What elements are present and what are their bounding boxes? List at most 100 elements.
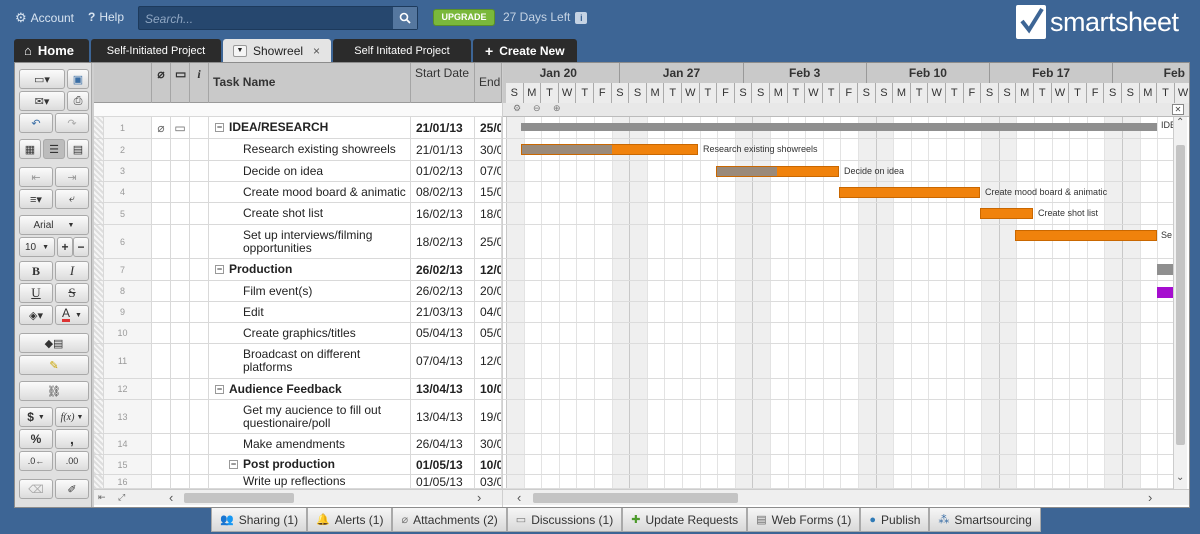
row-handle[interactable]	[94, 182, 104, 202]
info-column-header[interactable]: i	[190, 63, 209, 103]
close-icon[interactable]: ✕	[1172, 104, 1184, 115]
grid-view-button[interactable]: ▦	[19, 139, 41, 159]
collapse-toggle-icon[interactable]: −	[215, 384, 224, 394]
end-date-cell[interactable]: 20/0	[475, 281, 502, 301]
discussion-cell[interactable]	[171, 344, 190, 378]
bottom-tab-smartsourcing[interactable]: ⁂ Smartsourcing	[929, 508, 1041, 532]
account-link[interactable]: ⚙ Account	[15, 10, 74, 26]
task-name-cell[interactable]: − Audience Feedback	[209, 379, 411, 399]
task-name-cell[interactable]: Set up interviews/filming opportunities	[209, 225, 411, 258]
table-row[interactable]: 1 ⌀ ▭ − IDEA/RESEARCH 21/01/13 25/0	[94, 117, 502, 139]
task-name-cell[interactable]: Decide on idea	[209, 161, 411, 181]
tab-showreel[interactable]: ▼ Showreel ×	[223, 39, 331, 62]
scroll-thumb[interactable]	[1176, 145, 1185, 445]
start-date-cell[interactable]: 01/05/13	[411, 475, 475, 488]
start-date-cell[interactable]: 21/01/13	[411, 117, 475, 138]
currency-button[interactable]: $ ▼	[19, 407, 53, 427]
start-date-cell[interactable]: 21/01/13	[411, 139, 475, 160]
table-row[interactable]: 3 Decide on idea 01/02/13 07/0	[94, 161, 502, 182]
scroll-right-icon[interactable]: ›	[1148, 490, 1152, 505]
gantt-vertical-scrollbar[interactable]: ⌃ ⌄	[1173, 117, 1187, 489]
scroll-left-icon[interactable]: ‹	[169, 490, 173, 505]
close-icon[interactable]: ×	[313, 44, 320, 58]
table-row[interactable]: 11 Broadcast on different platforms 07/0…	[94, 344, 502, 379]
task-name-header[interactable]: Task Name	[209, 63, 411, 103]
task-name-cell[interactable]: Create mood board & animatic	[209, 182, 411, 202]
start-date-cell[interactable]: 01/02/13	[411, 161, 475, 181]
discussion-column-header[interactable]: ▭	[171, 63, 190, 103]
undo-button[interactable]: ↶	[19, 113, 53, 133]
start-date-cell[interactable]: 18/02/13	[411, 225, 475, 258]
task-name-cell[interactable]: Edit	[209, 302, 411, 322]
strikethrough-button[interactable]: S	[55, 283, 89, 303]
font-size-select[interactable]: 10 ▼	[19, 237, 55, 257]
align-button[interactable]: ≡▾	[19, 189, 53, 209]
collapse-icon[interactable]: ⇤	[98, 492, 106, 503]
attachment-cell[interactable]	[152, 400, 171, 433]
info-cell[interactable]	[190, 379, 209, 399]
row-handle[interactable]	[94, 302, 104, 322]
search-button[interactable]	[393, 7, 417, 29]
row-handle[interactable]	[94, 259, 104, 280]
tab-home[interactable]: ⌂ Home	[14, 39, 89, 62]
table-row[interactable]: 2 Research existing showreels 21/01/13 3…	[94, 139, 502, 161]
collapse-toggle-icon[interactable]: −	[215, 265, 224, 274]
bottom-tab-web-forms[interactable]: ▤ Web Forms (1)	[747, 508, 861, 532]
table-row[interactable]: 6 Set up interviews/filming opportunitie…	[94, 225, 502, 259]
format-painter-button[interactable]: ✐	[55, 479, 89, 499]
end-date-cell[interactable]: 18/0	[475, 203, 502, 224]
increase-decimal-button[interactable]: .00	[55, 451, 89, 471]
info-cell[interactable]	[190, 475, 209, 488]
table-row[interactable]: 12 − Audience Feedback 13/04/13 10/0	[94, 379, 502, 400]
discussion-cell[interactable]	[171, 139, 190, 160]
attachment-cell[interactable]	[152, 161, 171, 181]
table-row[interactable]: 9 Edit 21/03/13 04/0	[94, 302, 502, 323]
upgrade-button[interactable]: UPGRADE	[433, 9, 495, 26]
end-date-cell[interactable]: 10/0	[475, 379, 502, 399]
search-box[interactable]: Search...	[138, 6, 418, 30]
fill-color-button[interactable]: ◈▾	[19, 305, 53, 325]
discussion-cell[interactable]	[171, 182, 190, 202]
hyperlink-button[interactable]: ⛓	[19, 381, 89, 401]
discussion-cell[interactable]	[171, 379, 190, 399]
end-date-header[interactable]: End	[475, 63, 502, 103]
scroll-up-icon[interactable]: ⌃	[1176, 117, 1184, 128]
start-date-cell[interactable]: 26/02/13	[411, 259, 475, 280]
search-input[interactable]: Search...	[145, 12, 193, 26]
end-date-cell[interactable]: 10/0	[475, 455, 502, 474]
end-date-cell[interactable]: 05/0	[475, 323, 502, 343]
task-name-cell[interactable]: Research existing showreels	[209, 139, 411, 160]
attachment-cell[interactable]	[152, 225, 171, 258]
task-name-cell[interactable]: Get my aucience to fill out questionaire…	[209, 400, 411, 433]
discussion-cell[interactable]	[171, 281, 190, 301]
row-handle[interactable]	[94, 203, 104, 224]
row-handle[interactable]	[94, 434, 104, 454]
row-handle[interactable]	[94, 139, 104, 160]
attachment-cell[interactable]	[152, 281, 171, 301]
highlight-changes-button[interactable]: ✎	[19, 355, 89, 375]
attachment-cell[interactable]	[152, 323, 171, 343]
discussion-cell[interactable]	[171, 259, 190, 280]
task-name-cell[interactable]: − Post production	[209, 455, 411, 474]
row-handle[interactable]	[94, 323, 104, 343]
attachment-column-header[interactable]: ⌀	[152, 63, 171, 103]
zoom-in-icon[interactable]: ⊕	[553, 103, 561, 114]
wrap-button[interactable]: ⤶	[55, 189, 89, 209]
email-button[interactable]: ✉▾	[19, 91, 65, 111]
conditional-format-button[interactable]: ◆▤	[19, 333, 89, 353]
info-cell[interactable]	[190, 139, 209, 160]
task-name-cell[interactable]: − Production	[209, 259, 411, 280]
font-family-select[interactable]: Arial ▼	[19, 215, 89, 235]
outdent-button[interactable]: ⇤	[19, 167, 53, 187]
text-color-button[interactable]: A ▼	[55, 305, 89, 325]
end-date-cell[interactable]: 30/0	[475, 434, 502, 454]
info-cell[interactable]	[190, 302, 209, 322]
redo-button[interactable]: ↷	[55, 113, 89, 133]
task-name-cell[interactable]: Create shot list	[209, 203, 411, 224]
task-name-cell[interactable]: Broadcast on different platforms	[209, 344, 411, 378]
settings-icon[interactable]: ⚙	[513, 103, 521, 114]
attachment-cell[interactable]	[152, 203, 171, 224]
info-cell[interactable]	[190, 161, 209, 181]
scroll-down-icon[interactable]: ⌄	[1176, 472, 1184, 483]
bottom-tab-alerts[interactable]: 🔔 Alerts (1)	[307, 508, 393, 532]
